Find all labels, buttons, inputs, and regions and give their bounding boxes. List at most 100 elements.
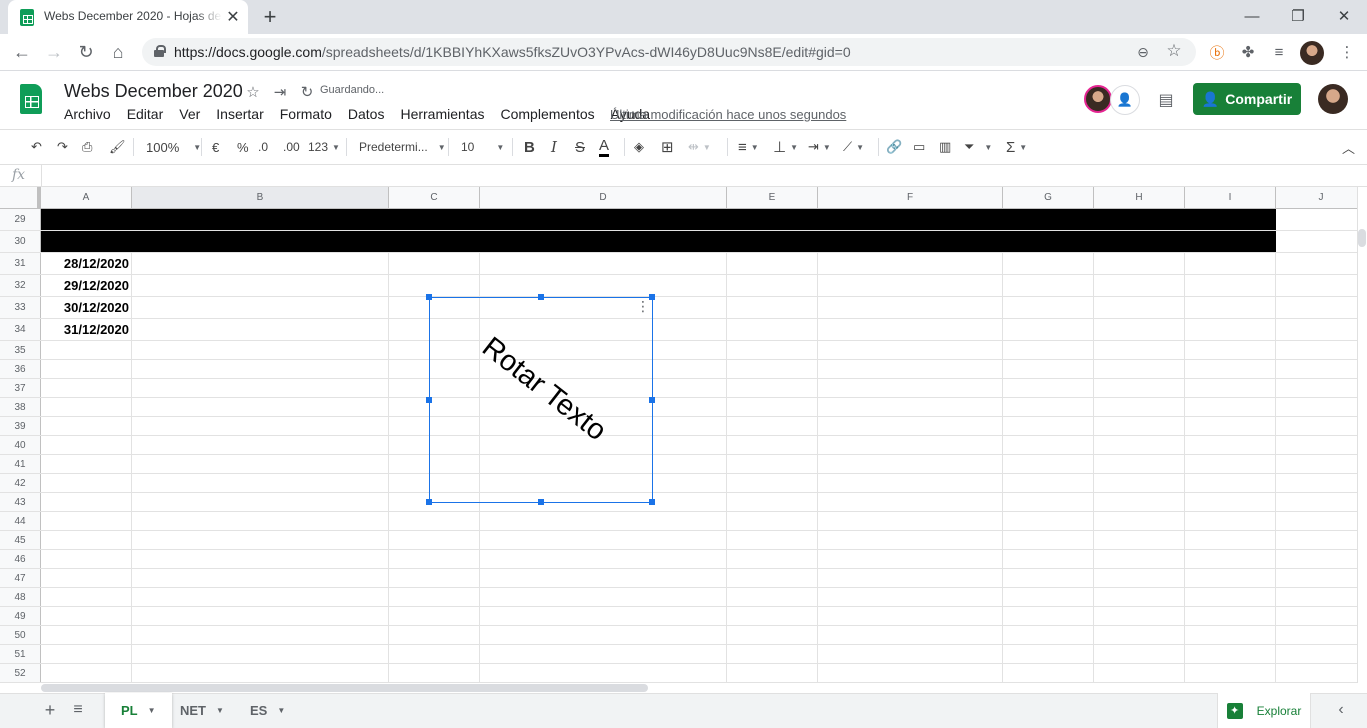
account-avatar[interactable]: [1318, 84, 1348, 114]
view-collaborators-icon[interactable]: 👤: [1110, 85, 1140, 115]
sheet-tab-pl[interactable]: PL ▼: [105, 693, 172, 728]
menu-archivo[interactable]: Archivo: [56, 106, 119, 124]
italic-icon[interactable]: I: [551, 137, 557, 157]
black-filled-cells[interactable]: [41, 231, 1276, 252]
reading-list-icon[interactable]: ≡: [1268, 41, 1290, 63]
table-row[interactable]: 39: [0, 417, 1357, 436]
row-header[interactable]: 51: [0, 645, 41, 663]
undo-icon[interactable]: ↶: [31, 137, 42, 157]
text-rotation-icon[interactable]: ⟋ ▼: [843, 137, 864, 157]
row-header[interactable]: 39: [0, 417, 41, 435]
bold-icon[interactable]: B: [524, 137, 535, 157]
menu-herramientas[interactable]: Herramientas: [392, 106, 492, 124]
menu-ver[interactable]: Ver: [171, 106, 208, 124]
resize-handle[interactable]: [426, 499, 432, 505]
more-formats-select[interactable]: 123 ▼: [308, 137, 340, 157]
add-sheet-icon[interactable]: +: [40, 700, 60, 720]
row-header[interactable]: 32: [0, 275, 41, 296]
row-header[interactable]: 43: [0, 493, 41, 511]
table-row[interactable]: 42: [0, 474, 1357, 493]
table-row[interactable]: 40: [0, 436, 1357, 455]
row-header[interactable]: 45: [0, 531, 41, 549]
extension-b-icon[interactable]: ⓑ: [1206, 41, 1228, 63]
row-header[interactable]: 44: [0, 512, 41, 530]
font-family-select[interactable]: Predetermi... ▼: [359, 137, 446, 157]
table-row[interactable]: 34 31/12/2020: [0, 319, 1357, 341]
resize-handle[interactable]: [426, 397, 432, 403]
row-header[interactable]: 30: [0, 231, 41, 252]
star-icon[interactable]: ☆: [243, 82, 263, 102]
date-cell[interactable]: 30/12/2020: [44, 297, 130, 318]
minimize-window-icon[interactable]: —: [1240, 4, 1264, 28]
vertical-scrollbar[interactable]: [1357, 187, 1367, 683]
all-sheets-icon[interactable]: ≡: [68, 700, 88, 720]
last-edit-link[interactable]: Última modificación hace unos segundos: [610, 107, 846, 122]
date-cell[interactable]: 29/12/2020: [44, 275, 130, 296]
sheet-tab-es[interactable]: ES ▼: [234, 693, 301, 728]
row-header[interactable]: 50: [0, 626, 41, 644]
table-row[interactable]: 31 28/12/2020: [0, 253, 1357, 275]
black-filled-cells[interactable]: [41, 209, 1276, 230]
increase-decimals-button[interactable]: .00: [283, 137, 300, 157]
vertical-align-icon[interactable]: ⊥ ▼: [773, 137, 798, 157]
font-size-select[interactable]: 10 ▼: [461, 137, 504, 157]
table-row[interactable]: 36: [0, 360, 1357, 379]
back-arrow-icon[interactable]: ←: [10, 40, 34, 64]
table-row[interactable]: 44: [0, 512, 1357, 531]
table-row[interactable]: 41: [0, 455, 1357, 474]
menu-complementos[interactable]: Complementos: [492, 106, 602, 124]
table-row[interactable]: 37: [0, 379, 1357, 398]
row-header[interactable]: 37: [0, 379, 41, 397]
restore-window-icon[interactable]: ❐: [1286, 4, 1310, 28]
column-header-c[interactable]: C: [389, 187, 480, 208]
table-row[interactable]: 45: [0, 531, 1357, 550]
row-header[interactable]: 49: [0, 607, 41, 625]
chevron-left-icon[interactable]: ‹: [1331, 700, 1351, 720]
document-title[interactable]: Webs December 2020: [64, 81, 243, 102]
table-row[interactable]: 38: [0, 398, 1357, 417]
url-text[interactable]: https://docs.google.com/spreadsheets/d/1…: [174, 44, 851, 60]
drawing-more-options-icon[interactable]: ⋮: [636, 299, 650, 320]
collapse-menus-icon[interactable]: ︿: [1342, 137, 1355, 157]
zoom-icon[interactable]: ⊖: [1134, 43, 1152, 61]
table-row[interactable]: 33 30/12/2020: [0, 297, 1357, 319]
column-header-e[interactable]: E: [727, 187, 818, 208]
resize-handle[interactable]: [538, 499, 544, 505]
spreadsheet-grid[interactable]: A B C D E F G H I J 29 30 31 28/12/2020 3…: [0, 187, 1357, 683]
select-all-corner[interactable]: [0, 187, 41, 208]
sheets-logo-icon[interactable]: [20, 84, 42, 114]
filter-icon[interactable]: ⏷ ▼: [964, 137, 992, 157]
resize-handle[interactable]: [649, 294, 655, 300]
row-header[interactable]: 42: [0, 474, 41, 492]
column-header-a[interactable]: A: [41, 187, 132, 208]
column-header-h[interactable]: H: [1094, 187, 1185, 208]
extensions-puzzle-icon[interactable]: ✤: [1237, 41, 1259, 63]
menu-editar[interactable]: Editar: [119, 106, 172, 124]
column-header-d[interactable]: D: [480, 187, 727, 208]
horizontal-align-icon[interactable]: ≡ ▼: [738, 137, 759, 157]
column-header-f[interactable]: F: [818, 187, 1003, 208]
row-header[interactable]: 38: [0, 398, 41, 416]
resize-handle[interactable]: [426, 294, 432, 300]
menu-datos[interactable]: Datos: [340, 106, 393, 124]
zoom-select[interactable]: 100% ▼: [146, 137, 201, 157]
table-row[interactable]: 47: [0, 569, 1357, 588]
percent-format-button[interactable]: %: [237, 137, 249, 157]
column-header-g[interactable]: G: [1003, 187, 1094, 208]
column-header-j[interactable]: J: [1276, 187, 1357, 208]
share-button[interactable]: 👤 Compartir: [1193, 83, 1301, 115]
merge-cells-icon[interactable]: ⇹ ▼: [688, 137, 711, 157]
table-row[interactable]: 43: [0, 493, 1357, 512]
plus-icon[interactable]: +: [258, 4, 282, 29]
insert-chart-icon[interactable]: ▥: [939, 137, 951, 157]
table-row[interactable]: 52: [0, 664, 1357, 683]
bookmark-star-icon[interactable]: ☆: [1164, 41, 1184, 61]
row-header[interactable]: 29: [0, 209, 41, 230]
row-header[interactable]: 48: [0, 588, 41, 606]
table-row[interactable]: 30: [0, 231, 1357, 253]
row-header[interactable]: 33: [0, 297, 41, 318]
horizontal-scroll-thumb[interactable]: [41, 684, 648, 692]
text-color-icon[interactable]: A: [599, 137, 610, 157]
borders-icon[interactable]: ⊞: [661, 137, 674, 157]
column-header-b[interactable]: B: [132, 187, 389, 208]
